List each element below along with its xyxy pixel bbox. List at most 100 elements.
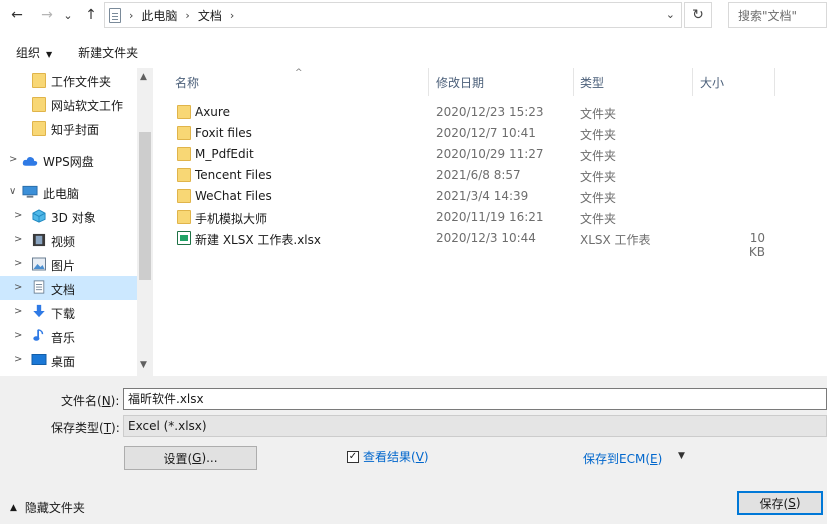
file-type: 文件夹 [580,107,617,121]
nav-item-label: 网站软文工作 [51,99,124,113]
nav-item-documents[interactable]: > 文档 [0,276,137,300]
nav-item-pictures[interactable]: > 图片 [0,252,137,276]
nav-item-desktop[interactable]: > 桌面 [0,348,137,372]
access-key: T [103,421,112,435]
access-key: G [192,451,202,465]
refresh-icon[interactable]: ↻ [684,2,712,28]
chevron-right-icon[interactable]: › [185,9,189,22]
file-row[interactable]: WeChat Files 2021/3/4 14:39 文件夹 [153,186,827,207]
save-options-panel: 文件名(N): 福昕软件.xlsx 保存类型(T): Excel (*.xlsx… [0,376,827,524]
chevron-right-icon[interactable]: > [14,258,22,269]
xlsx-file-icon [177,231,191,245]
scroll-up-icon[interactable]: ▲ [140,72,147,82]
column-divider[interactable] [774,68,775,96]
save-to-ecm-link[interactable]: 保存到ECM(E) [583,450,662,467]
nav-item-label: WPS网盘 [43,155,94,169]
breadcrumb-this-pc[interactable]: 此电脑 [141,7,177,24]
file-name: Foxit files [195,126,252,140]
access-key: N [101,394,111,408]
nav-item-label: 知乎封面 [51,123,100,137]
file-size: 10 KB [748,231,765,259]
save-button[interactable]: 保存(S) [737,491,823,515]
nav-item-videos[interactable]: > 视频 [0,228,137,252]
video-icon [32,233,46,247]
label-text: 保存类型( [51,421,104,435]
recent-locations-chevron-icon[interactable]: ⌄ [60,5,76,25]
chevron-right-icon[interactable]: > [14,354,22,365]
chevron-right-icon[interactable]: > [9,154,17,165]
filename-field[interactable]: 福昕软件.xlsx [123,388,827,410]
caret-down-icon[interactable]: ▼ [678,451,685,461]
chevron-right-icon[interactable]: > [14,330,22,341]
new-folder-button[interactable]: 新建文件夹 [78,44,138,61]
folder-icon [177,126,191,140]
nav-scrollbar[interactable]: ▲ ▼ [137,68,153,376]
search-input[interactable]: 搜索"文档" [728,2,827,28]
filetype-select[interactable]: Excel (*.xlsx) [123,415,827,437]
chevron-right-icon[interactable]: > [14,306,22,317]
nav-item-3d-objects[interactable]: > 3D 对象 [0,204,137,228]
column-header-date[interactable]: 修改日期 [436,68,572,96]
file-row[interactable]: 手机模拟大师 2020/11/19 16:21 文件夹 [153,207,827,228]
3d-objects-icon [32,209,46,223]
up-arrow-icon[interactable]: ↑ [80,5,102,25]
access-key: S [788,496,796,510]
column-divider[interactable] [573,68,574,96]
file-row[interactable]: Axure 2020/12/23 15:23 文件夹 [153,102,827,123]
scroll-down-icon[interactable]: ▼ [140,360,147,370]
column-header-size[interactable]: 大小 [700,68,770,96]
nav-item-website-articles[interactable]: 网站软文工作 [0,92,137,116]
scrollbar-thumb[interactable] [139,132,151,280]
column-header-name[interactable]: 名称 [175,68,425,96]
file-row[interactable]: Foxit files 2020/12/7 10:41 文件夹 [153,123,827,144]
breadcrumb-documents[interactable]: 文档 [198,7,222,24]
chevron-right-icon[interactable]: › [129,9,133,22]
folder-icon [177,210,191,224]
view-result-label[interactable]: 查看结果(V) [363,448,429,465]
view-result-option[interactable]: ✓ 查看结果(V) [347,448,429,465]
nav-item-zhihu-cover[interactable]: 知乎封面 [0,116,137,140]
folder-icon [32,121,46,136]
file-date: 2020/12/7 10:41 [436,126,536,140]
filename-label: 文件名(N): [61,392,119,409]
chevron-right-icon[interactable]: › [230,9,234,22]
file-row[interactable]: Tencent Files 2021/6/8 8:57 文件夹 [153,165,827,186]
nav-item-downloads[interactable]: > 下载 [0,300,137,324]
nav-item-label: 工作文件夹 [51,75,112,89]
file-type: 文件夹 [580,170,617,184]
back-arrow-icon[interactable]: ← [6,5,28,25]
nav-item-label: 3D 对象 [51,211,96,225]
nav-item-wps-cloud[interactable]: > WPS网盘 [0,148,137,172]
folder-icon [32,73,46,88]
nav-item-music[interactable]: > 音乐 [0,324,137,348]
nav-item-this-pc[interactable]: ∨ 此电脑 [0,180,137,204]
file-list: ^ 名称 修改日期 类型 大小 Axure 2020/12/23 15:23 文… [153,68,827,376]
settings-button[interactable]: 设置(G)... [124,446,257,470]
view-result-checkbox[interactable]: ✓ [347,450,359,463]
label-text: 文件名( [61,394,102,408]
hide-folders-toggle[interactable]: ▲ 隐藏文件夹 [10,499,85,516]
forward-arrow-icon[interactable]: → [36,5,58,25]
file-row[interactable]: 新建 XLSX 工作表.xlsx 2020/12/3 10:44 XLSX 工作… [153,228,827,259]
chevron-right-icon[interactable]: > [14,282,22,293]
column-header-type[interactable]: 类型 [580,68,690,96]
organize-label: 组织 [16,45,41,60]
column-divider[interactable] [428,68,429,96]
folder-icon [177,105,191,119]
caret-down-icon: ▼ [46,49,53,59]
nav-item-label: 此电脑 [43,187,80,201]
file-type: XLSX 工作表 [580,233,651,247]
address-bar[interactable]: › 此电脑 › 文档 › ⌄ [104,2,682,28]
file-type: 文件夹 [580,128,617,142]
chevron-down-icon[interactable]: ∨ [9,186,16,197]
file-name: Axure [195,105,230,119]
chevron-right-icon[interactable]: > [14,210,22,221]
chevron-right-icon[interactable]: > [14,234,22,245]
file-row[interactable]: M_PdfEdit 2020/10/29 11:27 文件夹 [153,144,827,165]
label-text: ): [111,421,120,435]
nav-item-work-folder[interactable]: 工作文件夹 [0,68,137,92]
address-dropdown-icon[interactable]: ⌄ [666,8,675,21]
column-divider[interactable] [692,68,693,96]
file-date: 2021/6/8 8:57 [436,168,521,182]
organize-menu-button[interactable]: 组织 ▼ [16,44,52,61]
